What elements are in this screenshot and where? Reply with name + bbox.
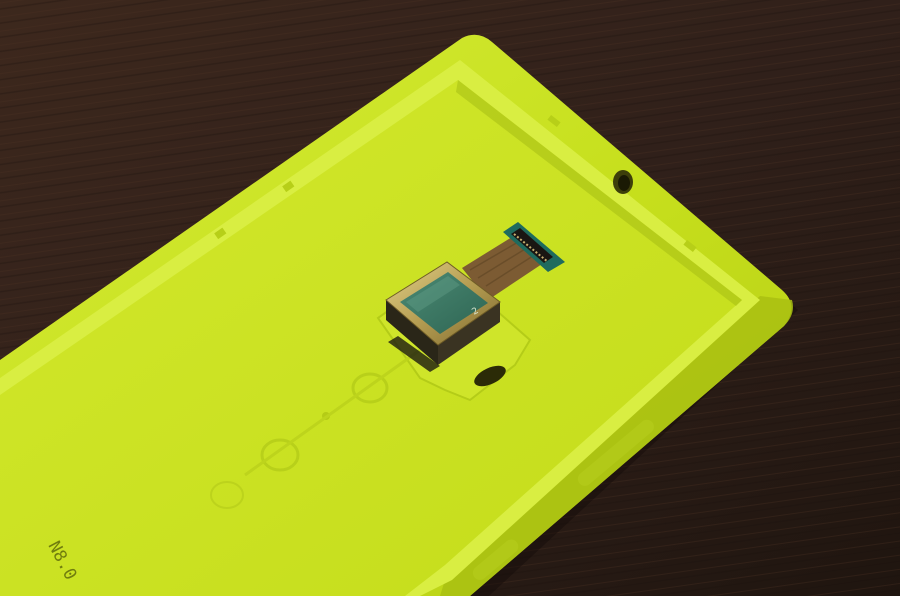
photo-scene: 2 N8.0: [0, 0, 900, 596]
phone-cover-photo: 2 N8.0: [0, 0, 900, 596]
cover-hole-top-inner: [618, 175, 630, 191]
